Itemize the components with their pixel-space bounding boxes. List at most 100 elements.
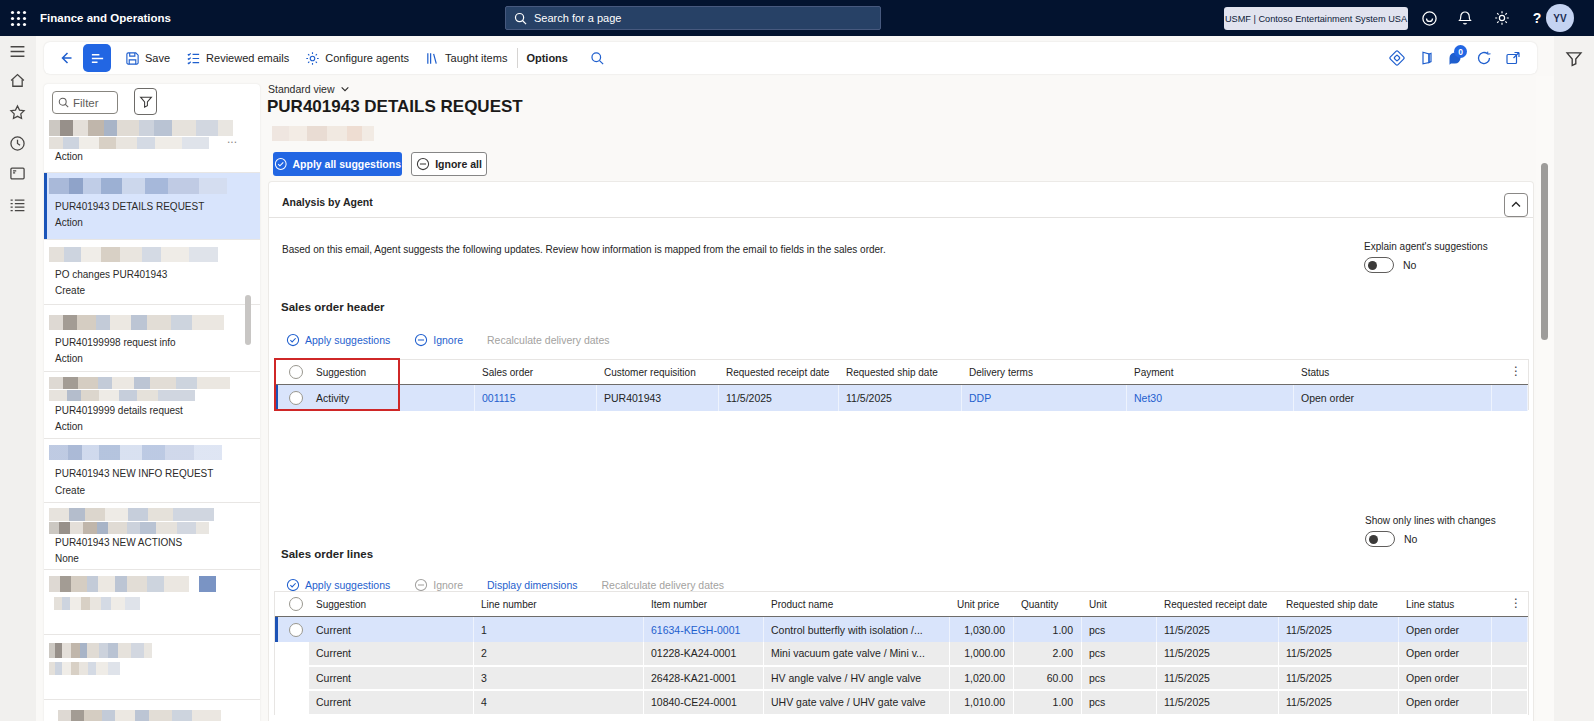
explain-toggle-label: Explain agent's suggestions <box>1364 241 1564 252</box>
reviewed-emails-button[interactable]: Reviewed emails <box>186 51 289 66</box>
email-item-4[interactable]: PUR40199998 request info Action <box>44 305 260 372</box>
apply-all-suggestions-button[interactable]: Apply all suggestions <box>273 152 402 176</box>
block-icon <box>416 157 430 171</box>
soh-table-header: Suggestion Sales order Customer requisit… <box>275 360 1528 385</box>
email-item-10[interactable] <box>44 700 260 721</box>
email-item-3[interactable]: PO changes PUR401943 Create <box>44 240 260 305</box>
filter-pane-strip <box>1554 36 1594 721</box>
back-button[interactable] <box>58 50 74 66</box>
analysis-description: Based on this email, Agent suggests the … <box>282 244 886 255</box>
app-launcher-icon[interactable] <box>8 8 28 28</box>
soh-sales-order-link[interactable]: 001115 <box>475 385 597 411</box>
ignore-all-button[interactable]: Ignore all <box>411 152 487 176</box>
taught-items-button[interactable]: Taught items <box>425 51 507 66</box>
soh-section-title: Sales order header <box>281 301 385 313</box>
soh-table-row[interactable]: Activity 001115 PUR401943 11/5/2025 11/5… <box>275 385 1528 411</box>
modules-icon[interactable] <box>9 197 27 215</box>
sol-table-row-1[interactable]: Current 1 61634-KEGH-0001 Control butter… <box>275 617 1528 642</box>
search-icon <box>58 97 69 108</box>
configure-agents-button[interactable]: Configure agents <box>305 51 409 66</box>
home-icon[interactable] <box>9 72 27 90</box>
view-selector[interactable]: Standard view <box>268 83 350 95</box>
copilot-icon[interactable] <box>1419 8 1439 28</box>
open-in-new-icon[interactable] <box>1505 50 1521 66</box>
email-item-6[interactable]: PUR401943 NEW INFO REQUEST Create <box>44 439 260 503</box>
chevron-down-icon <box>340 84 350 94</box>
soh-delivery-terms-link[interactable]: DDP <box>962 385 1127 411</box>
recent-icon[interactable] <box>9 135 27 153</box>
sol-table-more-icon[interactable]: ⋮ <box>1510 597 1522 609</box>
expand-menu-icon[interactable] <box>9 43 27 61</box>
email-list-scrollbar-thumb[interactable] <box>245 295 251 345</box>
d365-apps-icon[interactable] <box>1418 50 1434 66</box>
explain-toggle-value: No <box>1403 259 1416 271</box>
filter-pane-icon[interactable] <box>1565 50 1583 68</box>
refresh-icon[interactable] <box>1476 50 1492 66</box>
top-bar: Finance and Operations Search for a page… <box>0 0 1594 36</box>
explain-toggle[interactable] <box>1364 257 1394 273</box>
sol-table-row-2[interactable]: Current 2 01228-KA24-0001 Mini vacuum ga… <box>275 642 1528 667</box>
messages-icon[interactable]: 0 <box>1447 50 1463 66</box>
email-filter-button[interactable] <box>134 88 157 115</box>
environment-badge[interactable]: USMF | Contoso Entertainment System USA <box>1224 7 1408 30</box>
email-item-7[interactable]: PUR401943 NEW ACTIONS None <box>44 503 260 570</box>
show-only-toggle-block: Show only lines with changes No <box>1365 515 1565 547</box>
email-item-8[interactable] <box>44 570 260 635</box>
email-list-panel: Filter ... Action PUR401943 DETAILS REQU… <box>44 84 260 721</box>
sol-table: Suggestion Line number Item number Produ… <box>274 591 1529 715</box>
sol-table-row-3[interactable]: Current 3 26428-KA21-0001 HV angle valve… <box>275 667 1528 692</box>
sol-select-all-radio[interactable] <box>289 597 303 611</box>
sol-table-header: Suggestion Line number Item number Produ… <box>275 592 1528 617</box>
search-icon <box>514 12 527 25</box>
block-icon <box>414 333 428 347</box>
show-only-toggle-label: Show only lines with changes <box>1365 515 1565 526</box>
options-tab[interactable]: Options <box>526 52 568 64</box>
favorites-icon[interactable] <box>9 104 27 122</box>
analysis-section-title: Analysis by Agent <box>282 196 373 208</box>
taught-items-icon <box>425 51 440 66</box>
chevron-up-icon <box>1510 199 1522 211</box>
settings-icon[interactable] <box>1492 8 1512 28</box>
show-only-toggle[interactable] <box>1365 531 1395 547</box>
save-button[interactable]: Save <box>125 51 170 66</box>
soh-apply-suggestions-link[interactable]: Apply suggestions <box>286 333 390 347</box>
sol-display-dimensions-link[interactable]: Display dimensions <box>487 579 577 591</box>
soh-recalculate-link: Recalculate delivery dates <box>487 334 610 346</box>
email-item-8-chip <box>199 576 216 592</box>
email-item-5[interactable]: PUR4019999 details request Action <box>44 372 260 439</box>
toolbar-search-icon[interactable] <box>590 51 605 66</box>
explain-toggle-block: Explain agent's suggestions No <box>1364 241 1564 273</box>
action-pane: Save Reviewed emails Configure agents Ta… <box>44 42 1537 74</box>
block-icon <box>414 578 428 592</box>
collapse-section-button[interactable] <box>1504 193 1528 217</box>
email-item-9[interactable] <box>44 635 260 700</box>
email-item-1[interactable]: ... Action <box>44 120 260 173</box>
email-filter-input[interactable]: Filter <box>52 91 118 114</box>
sol-recalculate-link: Recalculate delivery dates <box>601 579 724 591</box>
sol-row1-radio[interactable] <box>289 623 303 637</box>
email-item-2-selected[interactable]: PUR401943 DETAILS REQUEST Action <box>44 173 260 240</box>
notifications-icon[interactable] <box>1455 8 1475 28</box>
page-subtitle-redacted <box>272 126 374 141</box>
show-only-toggle-value: No <box>1404 533 1417 545</box>
avatar[interactable]: YV <box>1546 4 1574 32</box>
sol-apply-suggestions-link[interactable]: Apply suggestions <box>286 578 390 592</box>
soh-payment-link[interactable]: Net30 <box>1127 385 1294 411</box>
reviewed-emails-icon <box>186 51 201 66</box>
annotation-red-box <box>274 358 400 411</box>
analysis-card: Analysis by Agent Based on this email, A… <box>268 181 1534 721</box>
power-apps-icon[interactable] <box>1389 50 1405 66</box>
main-scrollbar[interactable] <box>1536 76 1554 721</box>
sol-table-row-4[interactable]: Current 4 10840-CE24-0001 UHV gate valve… <box>275 691 1528 716</box>
sol-section-title: Sales order lines <box>281 548 373 560</box>
sol-ignore-link: Ignore <box>414 578 463 592</box>
email-list-toggle-button[interactable] <box>83 44 111 72</box>
check-circle-icon <box>286 333 300 347</box>
check-circle-icon <box>274 157 287 171</box>
global-search-input[interactable]: Search for a page <box>505 6 881 30</box>
workspaces-icon[interactable] <box>9 165 27 183</box>
help-icon[interactable]: ? <box>1527 8 1547 28</box>
soh-ignore-link[interactable]: Ignore <box>414 333 463 347</box>
soh-table-more-icon[interactable]: ⋮ <box>1510 365 1522 377</box>
sol-item-number-link[interactable]: 61634-KEGH-0001 <box>644 617 764 642</box>
